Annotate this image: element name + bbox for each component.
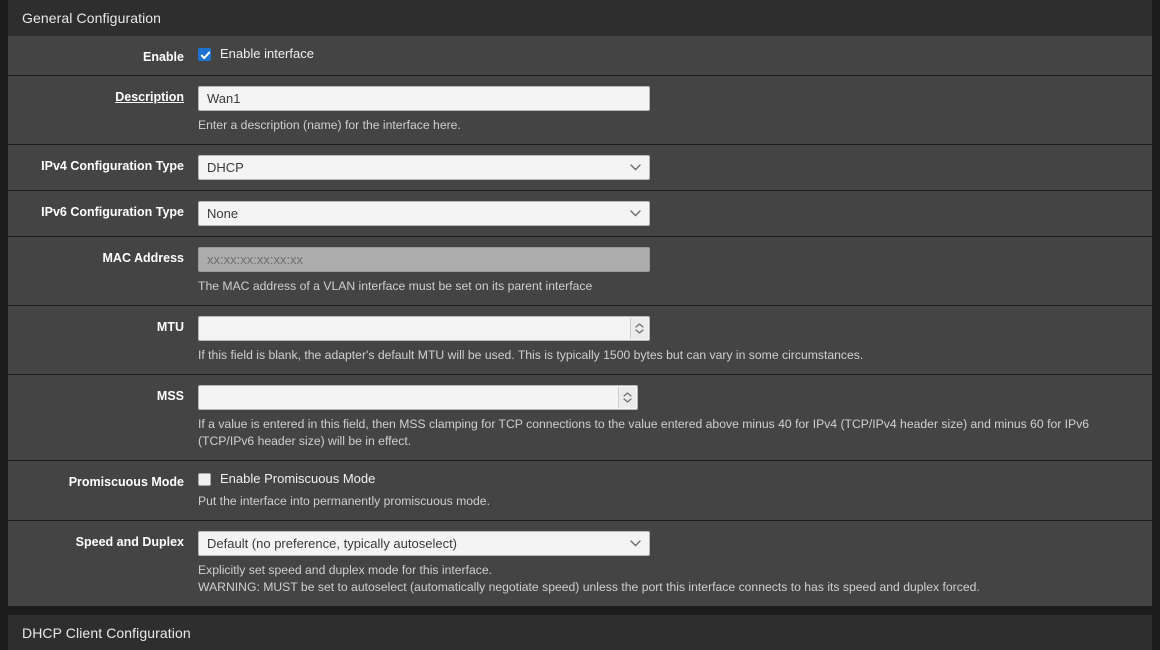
ipv6-configuration-type-select-wrap: None — [198, 201, 650, 226]
label-ipv4-configuration-type: IPv4 Configuration Type — [41, 159, 184, 173]
mtu-input-wrap — [198, 316, 650, 341]
control-mss: If a value is entered in this field, the… — [198, 385, 1152, 450]
label-mtu: MTU — [156, 320, 184, 334]
panel-title-general-configuration: General Configuration — [8, 0, 1152, 36]
label-ipv6-configuration-type: IPv6 Configuration Type — [41, 205, 184, 219]
chevron-up-icon — [623, 392, 632, 397]
label-speed-and-duplex: Speed and Duplex — [75, 535, 184, 549]
checkbox-line-promiscuous-mode: Enable Promiscuous Mode — [198, 471, 1136, 487]
speed-and-duplex-select-wrap: Default (no preference, typically autose… — [198, 531, 650, 556]
help-description: Enter a description (name) for the inter… — [198, 118, 461, 132]
help-speed-and-duplex-line1: Explicitly set speed and duplex mode for… — [198, 563, 493, 577]
help-mac-address: The MAC address of a VLAN interface must… — [198, 279, 593, 293]
control-ipv6-configuration-type: None — [198, 201, 1152, 226]
form-row-ipv6-configuration-type: IPv6 Configuration Type None — [8, 190, 1152, 236]
help-speed-and-duplex: Explicitly set speed and duplex mode for… — [198, 562, 1128, 596]
speed-and-duplex-select[interactable]: Default (no preference, typically autose… — [198, 531, 650, 556]
description-input[interactable] — [198, 86, 650, 111]
panel-general-configuration: General Configuration Enable Enable inte… — [8, 0, 1152, 606]
help-promiscuous-mode: Put the interface into permanently promi… — [198, 494, 490, 508]
form-row-description: Description Enter a description (name) f… — [8, 75, 1152, 144]
form-row-speed-and-duplex: Speed and Duplex Default (no preference,… — [8, 520, 1152, 606]
control-speed-and-duplex: Default (no preference, typically autose… — [198, 531, 1152, 596]
control-enable: Enable interface — [198, 46, 1152, 62]
form-row-mac-address: MAC Address The MAC address of a VLAN in… — [8, 236, 1152, 305]
panel-title-dhcp-client-configuration: DHCP Client Configuration — [8, 615, 1152, 650]
ipv4-configuration-type-select[interactable]: DHCP — [198, 155, 650, 180]
control-mac-address: The MAC address of a VLAN interface must… — [198, 247, 1152, 295]
label-description[interactable]: Description — [8, 86, 198, 105]
mtu-input[interactable] — [198, 316, 650, 341]
form-row-promiscuous-mode: Promiscuous Mode Enable Promiscuous Mode… — [8, 460, 1152, 520]
help-mtu: If this field is blank, the adapter's de… — [198, 348, 864, 362]
control-ipv4-configuration-type: DHCP — [198, 155, 1152, 180]
label-promiscuous-mode: Promiscuous Mode — [68, 475, 184, 489]
label-mac-address: MAC Address — [102, 251, 185, 265]
label-enable: Enable — [143, 50, 184, 64]
chevron-down-icon — [635, 329, 644, 334]
help-speed-and-duplex-warning: WARNING: MUST be set to autoselect (auto… — [198, 580, 980, 594]
mss-stepper[interactable] — [618, 387, 636, 408]
interface-configuration-page: General Configuration Enable Enable inte… — [0, 0, 1160, 650]
mss-input-wrap — [198, 385, 638, 410]
form-row-mss: MSS If a value is entered in this field,… — [8, 374, 1152, 460]
control-promiscuous-mode: Enable Promiscuous Mode Put the interfac… — [198, 471, 1152, 510]
control-description: Enter a description (name) for the inter… — [198, 86, 1152, 134]
control-mtu: If this field is blank, the adapter's de… — [198, 316, 1152, 364]
mss-input[interactable] — [198, 385, 638, 410]
ipv6-configuration-type-select[interactable]: None — [198, 201, 650, 226]
enable-interface-label: Enable interface — [220, 46, 314, 61]
help-mss: If a value is entered in this field, the… — [198, 417, 1090, 448]
form-row-ipv4-configuration-type: IPv4 Configuration Type DHCP — [8, 144, 1152, 190]
enable-interface-checkbox[interactable] — [198, 47, 211, 61]
mac-address-input — [198, 247, 650, 272]
form-row-enable: Enable Enable interface — [8, 36, 1152, 75]
label-mss: MSS — [156, 389, 184, 403]
checkbox-line-enable-interface: Enable interface — [198, 46, 1136, 62]
form-row-mtu: MTU If this field is blank, the adapter'… — [8, 305, 1152, 374]
chevron-up-icon — [635, 323, 644, 328]
ipv4-configuration-type-select-wrap: DHCP — [198, 155, 650, 180]
chevron-down-icon — [623, 398, 632, 403]
mtu-stepper[interactable] — [630, 318, 648, 339]
enable-promiscuous-mode-label: Enable Promiscuous Mode — [220, 471, 376, 486]
enable-promiscuous-mode-checkbox[interactable] — [198, 472, 211, 486]
panel-dhcp-client-configuration: DHCP Client Configuration Options Advanc… — [8, 615, 1152, 650]
